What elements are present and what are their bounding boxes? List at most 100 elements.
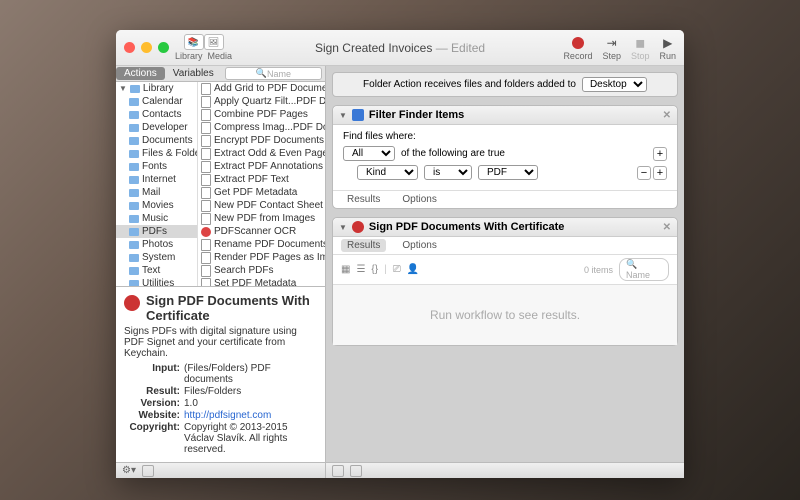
folder-icon [129, 202, 139, 210]
library-item[interactable]: Utilities [116, 277, 197, 286]
gear-icon[interactable]: ⚙▾ [122, 465, 136, 476]
library-item[interactable]: PDFs [116, 225, 197, 238]
action-item[interactable]: Rename PDF Documents [198, 238, 325, 251]
media-label: Media [208, 51, 233, 61]
pdf-action-icon [201, 175, 211, 185]
sign-results-tab[interactable]: Results [341, 239, 386, 252]
media-toggle[interactable]: 🖼 [204, 34, 224, 50]
action-item[interactable]: Search PDFs [198, 264, 325, 277]
actions-column: Add Grid to PDF DocumentsApply Quartz Fi… [198, 82, 325, 286]
action-item[interactable]: Extract Odd & Even Pages [198, 147, 325, 160]
add-condition-button[interactable]: + [653, 147, 667, 161]
sign-action-icon [352, 221, 364, 233]
library-item[interactable]: Files & Folders [116, 147, 197, 160]
pdf-action-icon [201, 110, 211, 120]
step-button[interactable]: ⇥Step [602, 35, 621, 61]
pdf-action-icon [201, 253, 211, 263]
cond-all-select[interactable]: All [343, 146, 395, 161]
action-item[interactable]: Compress Imag...PDF Documents [198, 121, 325, 134]
action-item[interactable]: Render PDF Pages as Images [198, 251, 325, 264]
library-item[interactable]: Calendar [116, 95, 197, 108]
action-item[interactable]: New PDF Contact Sheet [198, 199, 325, 212]
close-button[interactable] [124, 42, 135, 53]
results-search[interactable]: 🔍 Name [619, 258, 669, 281]
zoom-button[interactable] [158, 42, 169, 53]
kind-select[interactable]: Kind [357, 165, 418, 180]
is-select[interactable]: is [424, 165, 472, 180]
folder-icon [129, 228, 139, 236]
folder-icon [129, 150, 139, 158]
options-tab[interactable]: Options [396, 193, 442, 206]
action-item[interactable]: Get PDF Metadata [198, 186, 325, 199]
tab-actions[interactable]: Actions [116, 67, 165, 80]
library-item[interactable]: Music [116, 212, 197, 225]
library-item[interactable]: Developer [116, 121, 197, 134]
library-item[interactable]: Fonts [116, 160, 197, 173]
folder-icon [130, 85, 140, 93]
automator-window: 📚 🖼 Library Media Sign Created Invoices … [116, 30, 684, 478]
library-item[interactable]: Contacts [116, 108, 197, 121]
finder-icon [352, 109, 364, 121]
action-item[interactable]: Extract PDF Annotations [198, 160, 325, 173]
folder-select[interactable]: Desktop [582, 77, 647, 92]
action-item[interactable]: PDFScanner OCR [198, 225, 325, 238]
library-item[interactable]: Photos [116, 238, 197, 251]
add-row-button[interactable]: + [653, 166, 667, 180]
sign-pdf-step: ▼Sign PDF Documents With Certificate✕ Re… [332, 217, 678, 346]
action-item[interactable]: Combine PDF Pages [198, 108, 325, 121]
value-select[interactable]: PDF [478, 165, 538, 180]
workflow-pane: Folder Action receives files and folders… [326, 66, 684, 478]
action-item[interactable]: Add Grid to PDF Documents [198, 82, 325, 95]
search-input[interactable]: 🔍 Name [225, 67, 322, 80]
library-toggle[interactable]: 📚 [184, 34, 204, 50]
log-toggle[interactable] [332, 465, 344, 477]
library-item[interactable]: ▼Library [116, 82, 197, 95]
view-path-button[interactable]: ⎚ [393, 264, 401, 275]
left-pane: Actions Variables 🔍 Name ▼LibraryCalenda… [116, 66, 326, 478]
remove-step-button[interactable]: ✕ [663, 222, 671, 233]
view-braces-button[interactable]: {} [371, 264, 378, 275]
pdf-action-icon [201, 123, 211, 133]
folder-icon [129, 163, 139, 171]
action-item[interactable]: Extract PDF Text [198, 173, 325, 186]
action-item[interactable]: Set PDF Metadata [198, 277, 325, 286]
folder-icon [129, 98, 139, 106]
right-footer [326, 462, 684, 478]
remove-step-button[interactable]: ✕ [663, 110, 671, 121]
website-link[interactable]: http://pdfsignet.com [184, 410, 271, 421]
results-tab[interactable]: Results [341, 193, 386, 206]
info-pane: Sign PDF Documents With Certificate Sign… [116, 286, 325, 462]
library-item[interactable]: Movies [116, 199, 197, 212]
tab-variables[interactable]: Variables [165, 67, 222, 80]
stop-button[interactable]: ◼Stop [631, 35, 650, 61]
minimize-button[interactable] [141, 42, 152, 53]
pdf-action-icon [201, 136, 211, 146]
view-icons-button[interactable]: ▦ [341, 264, 350, 275]
disclosure-icon[interactable]: ▼ [339, 223, 347, 232]
layout-toggle[interactable] [350, 465, 362, 477]
sign-options-tab[interactable]: Options [396, 239, 442, 252]
library-item[interactable]: Internet [116, 173, 197, 186]
library-item[interactable]: System [116, 251, 197, 264]
view-person-button[interactable]: 👤 [407, 264, 419, 275]
library-item[interactable]: Text [116, 264, 197, 277]
info-description: Signs PDFs with digital signature using … [124, 326, 317, 359]
folder-icon [129, 176, 139, 184]
library-media-group: 📚 🖼 Library Media [175, 34, 232, 61]
action-item[interactable]: Apply Quartz Filt...PDF Documents [198, 95, 325, 108]
info-title: Sign PDF Documents With Certificate [124, 293, 317, 323]
action-item[interactable]: New PDF from Images [198, 212, 325, 225]
run-button[interactable]: ▶Run [659, 35, 676, 61]
remove-row-button[interactable]: − [637, 166, 651, 180]
pdf-action-icon [201, 162, 211, 172]
library-item[interactable]: Mail [116, 186, 197, 199]
traffic-lights [116, 42, 169, 53]
red-action-icon [201, 227, 211, 237]
library-item[interactable]: Documents [116, 134, 197, 147]
record-icon [572, 37, 584, 49]
disclosure-icon[interactable]: ▼ [339, 111, 347, 120]
record-button[interactable]: Record [563, 35, 592, 61]
footer-toggle[interactable] [142, 465, 154, 477]
view-list-button[interactable]: ☰ [356, 264, 365, 275]
action-item[interactable]: Encrypt PDF Documents [198, 134, 325, 147]
